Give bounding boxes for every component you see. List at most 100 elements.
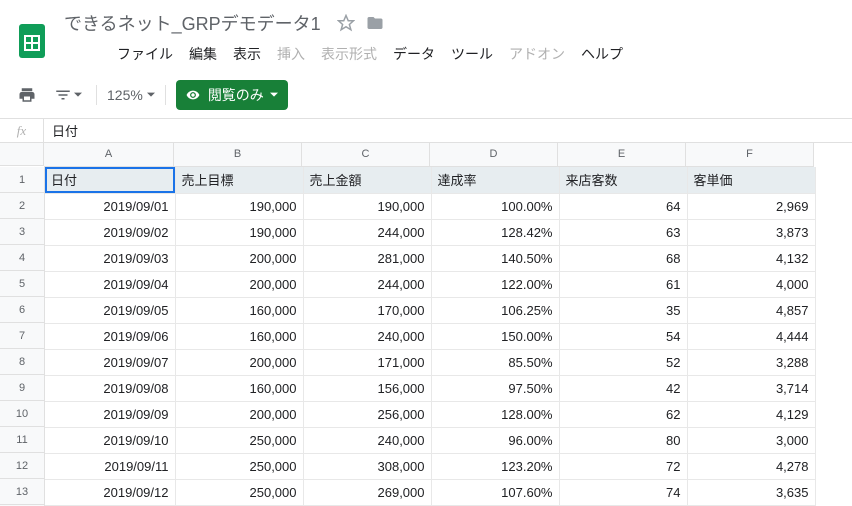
cell[interactable]: 256,000 [303,401,431,427]
row-header[interactable]: 2 [0,193,44,219]
star-icon[interactable] [337,14,355,32]
cell[interactable]: 2019/09/11 [45,453,175,479]
view-only-button[interactable]: 閲覧のみ [176,80,288,110]
cell[interactable]: 128.00% [431,401,559,427]
formula-bar[interactable]: fx 日付 [0,119,852,143]
cell[interactable]: 171,000 [303,349,431,375]
row-header[interactable]: 6 [0,297,44,323]
cell[interactable]: 3,873 [687,219,815,245]
cell[interactable]: 97.50% [431,375,559,401]
cell[interactable]: 128.42% [431,219,559,245]
cell[interactable]: 200,000 [175,245,303,271]
row-header[interactable]: 7 [0,323,44,349]
menu-insert[interactable]: 挿入 [270,40,312,68]
cell[interactable]: 190,000 [175,219,303,245]
cell[interactable]: 240,000 [303,323,431,349]
row-header[interactable]: 3 [0,219,44,245]
row-header[interactable]: 12 [0,453,44,479]
row-header[interactable]: 1 [0,167,44,193]
menu-edit[interactable]: 編集 [182,40,224,68]
cell[interactable]: 106.25% [431,297,559,323]
cell[interactable]: 日付 [45,167,175,193]
cell[interactable]: 85.50% [431,349,559,375]
col-header[interactable]: C [302,143,430,166]
cell[interactable]: 2019/09/09 [45,401,175,427]
cell[interactable]: 62 [559,401,687,427]
row-header[interactable]: 9 [0,375,44,401]
folder-icon[interactable] [365,14,385,32]
cell[interactable]: 達成率 [431,167,559,193]
cell[interactable]: 269,000 [303,479,431,505]
col-header[interactable]: B [174,143,302,166]
cell[interactable]: 150.00% [431,323,559,349]
cell[interactable]: 170,000 [303,297,431,323]
cell[interactable]: 190,000 [175,193,303,219]
cell[interactable]: 2019/09/02 [45,219,175,245]
cell[interactable]: 200,000 [175,271,303,297]
cell[interactable]: 3,000 [687,427,815,453]
cell[interactable]: 2,969 [687,193,815,219]
row-header[interactable]: 4 [0,245,44,271]
filter-icon[interactable] [50,82,86,108]
cell[interactable]: 244,000 [303,219,431,245]
cell[interactable]: 64 [559,193,687,219]
cell[interactable]: 客単価 [687,167,815,193]
cell[interactable]: 3,714 [687,375,815,401]
cell[interactable]: 売上金額 [303,167,431,193]
cell[interactable]: 2019/09/12 [45,479,175,505]
cell[interactable]: 52 [559,349,687,375]
cell[interactable]: 4,132 [687,245,815,271]
cell[interactable]: 2019/09/04 [45,271,175,297]
row-header[interactable]: 10 [0,401,44,427]
cell[interactable]: 2019/09/08 [45,375,175,401]
cell[interactable]: 156,000 [303,375,431,401]
cell[interactable]: 240,000 [303,427,431,453]
cell[interactable]: 3,635 [687,479,815,505]
menu-addons[interactable]: アドオン [502,40,572,68]
cell[interactable]: 74 [559,479,687,505]
col-header[interactable]: F [686,143,814,166]
cell[interactable]: 122.00% [431,271,559,297]
zoom-select[interactable]: 125% [107,87,155,103]
cell[interactable]: 107.60% [431,479,559,505]
cell[interactable]: 80 [559,427,687,453]
row-header[interactable]: 11 [0,427,44,453]
cell[interactable]: 72 [559,453,687,479]
cell[interactable]: 54 [559,323,687,349]
cell[interactable]: 4,857 [687,297,815,323]
menu-tools[interactable]: ツール [444,40,500,68]
cell[interactable]: 来店客数 [559,167,687,193]
row-header[interactable]: 13 [0,479,44,505]
cell[interactable]: 250,000 [175,427,303,453]
cell[interactable]: 4,444 [687,323,815,349]
cell[interactable]: 4,278 [687,453,815,479]
menu-file[interactable]: ファイル [110,40,180,68]
row-header[interactable]: 8 [0,349,44,375]
cell[interactable]: 100.00% [431,193,559,219]
select-all-corner[interactable] [0,143,44,166]
cell[interactable]: 2019/09/03 [45,245,175,271]
cell[interactable]: 308,000 [303,453,431,479]
cell[interactable]: 160,000 [175,323,303,349]
cell[interactable]: 売上目標 [175,167,303,193]
cell[interactable]: 42 [559,375,687,401]
cell[interactable]: 281,000 [303,245,431,271]
col-header[interactable]: A [44,143,174,166]
cell[interactable]: 250,000 [175,479,303,505]
fx-value[interactable]: 日付 [44,121,78,140]
cell[interactable]: 140.50% [431,245,559,271]
document-title[interactable]: できるネット_GRPデモデータ1 [58,8,327,38]
cell[interactable]: 2019/09/07 [45,349,175,375]
cell[interactable]: 4,129 [687,401,815,427]
cell[interactable]: 61 [559,271,687,297]
cell[interactable]: 2019/09/01 [45,193,175,219]
cell[interactable]: 68 [559,245,687,271]
row-header[interactable]: 5 [0,271,44,297]
col-header[interactable]: E [558,143,686,166]
cell[interactable]: 3,288 [687,349,815,375]
cell[interactable]: 123.20% [431,453,559,479]
menu-help[interactable]: ヘルプ [574,40,630,68]
cell[interactable]: 160,000 [175,375,303,401]
cell[interactable]: 35 [559,297,687,323]
cell[interactable]: 250,000 [175,453,303,479]
